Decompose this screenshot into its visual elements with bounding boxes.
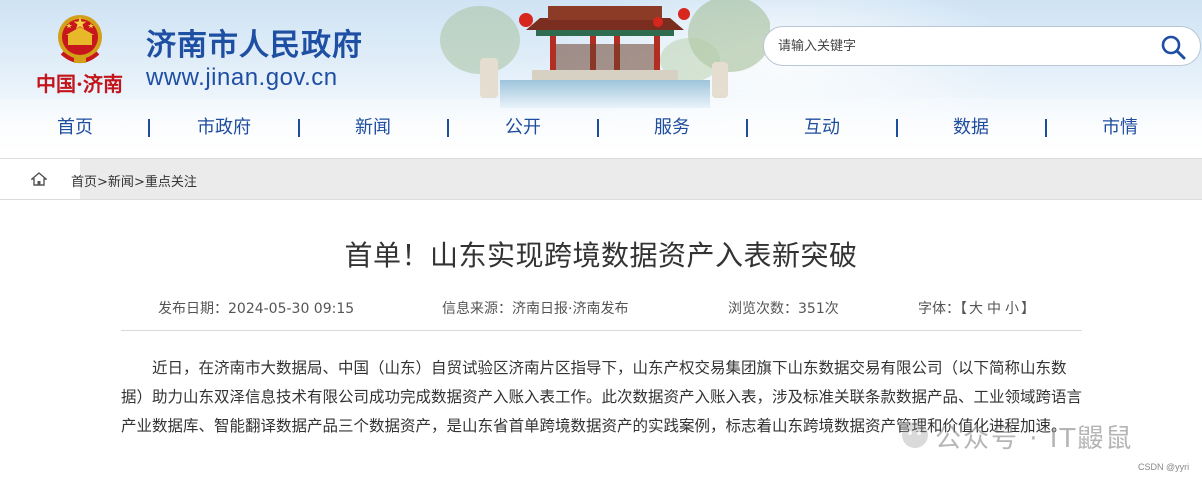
font-size-controls: 字体：【大中小】	[918, 298, 1035, 318]
pavilion-scene-image	[440, 0, 770, 108]
font-bracket-close: 】	[1021, 301, 1035, 317]
nav-separator	[298, 119, 300, 137]
nav-separator	[597, 119, 599, 137]
view-count-label: 浏览次数：	[728, 301, 798, 317]
breadcrumb-home-box	[0, 159, 80, 199]
breadcrumb-trail: 首页>新闻>重点关注	[71, 171, 197, 190]
national-emblem-icon	[58, 15, 102, 63]
nav-item-city-info[interactable]: 市情	[1085, 112, 1155, 144]
view-count-value: 351次	[798, 301, 839, 317]
nav-item-data[interactable]: 数据	[936, 112, 1006, 144]
nav-item-home[interactable]: 首页	[40, 112, 110, 144]
site-header: 中国·济南 济南市人民政府 www.jinan.gov.cn 请输入关键字 首页…	[0, 0, 1202, 158]
info-source: 信息来源：济南日报·济南发布	[442, 298, 628, 318]
breadcrumb-item-home[interactable]: 首页	[71, 175, 97, 190]
breadcrumb-separator: >	[133, 175, 145, 190]
publish-date: 发布日期：2024-05-30 09:15	[158, 298, 354, 318]
site-title[interactable]: 济南市人民政府	[146, 20, 363, 64]
csdn-watermark: CSDN @yyri	[1138, 462, 1190, 472]
nav-item-interaction[interactable]: 互动	[787, 112, 857, 144]
breadcrumb-separator: >	[97, 175, 108, 190]
nav-separator	[1045, 119, 1047, 137]
nav-separator	[896, 119, 898, 137]
font-large-button[interactable]: 大	[967, 301, 985, 317]
view-count: 浏览次数：351次	[728, 298, 839, 318]
font-medium-button[interactable]: 中	[985, 301, 1003, 317]
search-input[interactable]	[778, 36, 1138, 56]
article-title: 首单！山东实现跨境数据资产入表新突破	[344, 239, 858, 272]
font-size-label: 字体：	[918, 301, 960, 317]
font-small-button[interactable]: 小	[1003, 301, 1021, 317]
nav-separator	[746, 119, 748, 137]
breadcrumb-item-news[interactable]: 新闻	[108, 175, 134, 190]
publish-date-value: 2024-05-30 09:15	[228, 301, 355, 317]
nav-separator	[148, 119, 150, 137]
publish-date-label: 发布日期：	[158, 301, 228, 317]
nav-item-service[interactable]: 服务	[637, 112, 707, 144]
watermark-text: 公众号 · IT鼹鼠	[935, 424, 1134, 454]
nav-separator	[447, 119, 449, 137]
info-source-value: 济南日报·济南发布	[512, 301, 629, 317]
breadcrumb: 首页>新闻>重点关注	[0, 158, 1202, 200]
info-source-label: 信息来源：	[442, 301, 512, 317]
site-url[interactable]: www.jinan.gov.cn	[146, 64, 338, 92]
search-box	[763, 26, 1201, 66]
wechat-watermark-icon	[902, 422, 928, 448]
city-seal-text: 中国·济南	[36, 72, 123, 96]
main-nav: 首页 市政府 新闻 公开 服务 互动 数据 市情	[0, 112, 1202, 144]
font-bracket-open: 【	[960, 301, 967, 317]
nav-item-news[interactable]: 新闻	[338, 112, 408, 144]
breadcrumb-item-focus[interactable]: 重点关注	[145, 175, 197, 190]
search-icon[interactable]	[1160, 34, 1186, 60]
home-icon[interactable]	[31, 172, 47, 186]
nav-item-government[interactable]: 市政府	[184, 112, 264, 144]
nav-item-public[interactable]: 公开	[488, 112, 558, 144]
meta-divider	[121, 330, 1082, 331]
